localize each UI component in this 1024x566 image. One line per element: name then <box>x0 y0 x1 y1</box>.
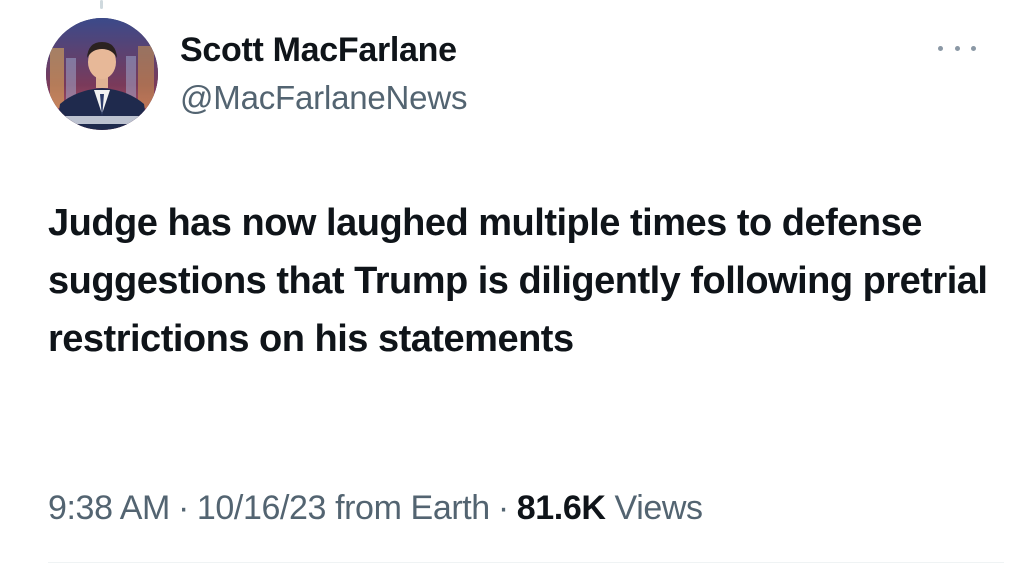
meta-separator: · <box>497 489 509 527</box>
tweet-time[interactable]: 9:38 AM <box>48 489 170 527</box>
avatar-photo <box>46 18 158 130</box>
more-horizontal-icon-dot <box>938 45 943 51</box>
author-names: Scott MacFarlane @MacFarlaneNews <box>180 30 467 118</box>
views-count[interactable]: 81.6K <box>517 489 606 527</box>
tweet-metadata: 9:38 AM · 10/16/23 from Earth · 81.6K Views <box>48 484 703 532</box>
more-horizontal-icon-dot <box>971 45 976 51</box>
author-display-name[interactable]: Scott MacFarlane <box>180 30 467 70</box>
avatar[interactable] <box>46 18 158 130</box>
author-handle[interactable]: @MacFarlaneNews <box>180 78 467 118</box>
tweet-date[interactable]: 10/16/23 <box>197 489 327 527</box>
thread-connector-line <box>100 0 103 9</box>
more-horizontal-icon-dot <box>954 45 960 51</box>
tweet-header: Scott MacFarlane @MacFarlaneNews <box>46 18 986 133</box>
tweet-text: Judge has now laughed multiple times to … <box>48 202 988 360</box>
views-label[interactable]: Views <box>615 489 703 527</box>
tweet-source: from Earth <box>335 489 490 527</box>
meta-separator: · <box>177 489 189 527</box>
more-options-button[interactable] <box>938 36 976 60</box>
divider <box>48 562 1004 563</box>
